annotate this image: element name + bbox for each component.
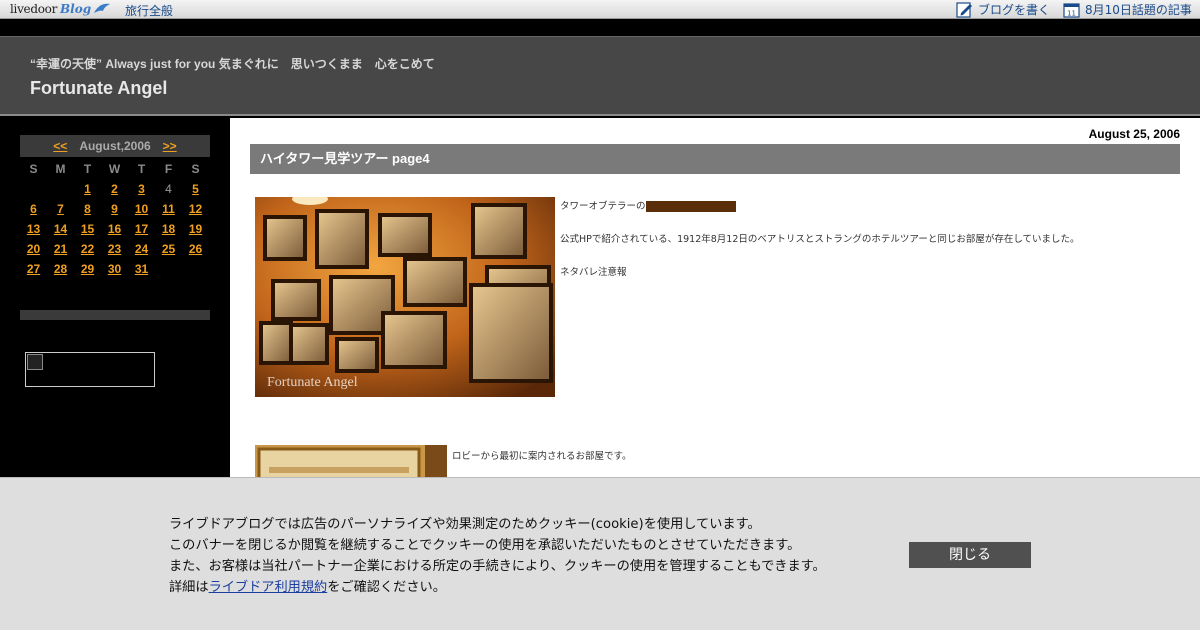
post-body-paragraph-1: タワーオブテラーの 公式HPで紹介されている、1912年8月12日のベアトリスと… — [560, 200, 1080, 299]
calendar-day-link[interactable]: 28 — [47, 259, 74, 279]
logo-blog-text: Blog — [60, 2, 92, 16]
calendar-day-link[interactable]: 21 — [47, 239, 74, 259]
sidebar-image-placeholder[interactable] — [25, 352, 155, 387]
calendar-grid: S M T W T F S 1 2 3 4 5 6 7 8 9 10 11 12 13 14 15 16 17 18 19 20 21… — [20, 159, 210, 279]
pencil-note-icon — [956, 2, 972, 18]
write-blog-link[interactable]: ブログを書く — [956, 1, 1050, 18]
cookie-line-2: このバナーを閉じるか閲覧を継続することでクッキーの使用を承認いただいたものとさせ… — [169, 538, 801, 553]
calendar-day-link[interactable]: 15 — [74, 219, 101, 239]
calendar-day: 4 — [165, 182, 172, 196]
blog-tagline: “幸運の天使” Always just for you 気まぐれに 思いつくまま… — [30, 57, 435, 71]
calendar-weekday: M — [55, 162, 66, 176]
calendar-month: August,2006 — [79, 139, 151, 153]
post-date: August 25, 2006 — [1088, 127, 1180, 141]
terms-link[interactable]: ライブドア利用規約 — [209, 580, 328, 595]
calendar-next-link[interactable]: >> — [163, 139, 177, 153]
calendar-day-link[interactable]: 10 — [128, 199, 155, 219]
broken-image-icon — [27, 354, 43, 370]
calendar-day-link[interactable]: 17 — [128, 219, 155, 239]
calendar-day-link[interactable]: 9 — [101, 199, 128, 219]
post-title[interactable]: ハイタワー見学ツアー page4 — [250, 144, 1180, 174]
post-line-4: ロビーから最初に案内されるお部屋です。 — [452, 451, 632, 462]
post-photo-frames-wall[interactable]: Fortunate Angel — [255, 197, 555, 397]
calendar-day-link[interactable]: 25 — [155, 239, 182, 259]
post-line-2: 公式HPで紹介されている、1912年8月12日のベアトリスとストラングのホテルツ… — [560, 234, 1080, 245]
calendar-day-link[interactable]: 12 — [182, 199, 209, 219]
category-link[interactable]: 旅行全般 — [125, 2, 173, 19]
calendar-prev-link[interactable]: << — [53, 139, 67, 153]
highlighted-link[interactable] — [645, 201, 736, 212]
photo-watermark: Fortunate Angel — [267, 375, 358, 390]
post-line-3: ネタバレ注意報 — [560, 267, 627, 278]
cookie-line-4-suffix: をご確認ください。 — [327, 580, 446, 595]
calendar-day-link[interactable]: 8 — [74, 199, 101, 219]
calendar-day-link[interactable]: 24 — [128, 239, 155, 259]
blog-header: “幸運の天使” Always just for you 気まぐれに 思いつくまま… — [0, 36, 1200, 116]
livedoor-blog-logo[interactable]: livedoor Blog — [10, 1, 111, 17]
header-top-strip — [0, 20, 1200, 36]
calendar-day-link[interactable]: 18 — [155, 219, 182, 239]
calendar-empty-cell — [47, 179, 74, 199]
calendar-day-link[interactable]: 1 — [74, 179, 101, 199]
calendar-day-link[interactable]: 3 — [128, 179, 155, 199]
calendar-weekday: S — [29, 162, 38, 176]
calendar-day-link[interactable]: 27 — [20, 259, 47, 279]
calendar-header: << August,2006 >> — [20, 135, 210, 157]
trending-articles-link[interactable]: 11 8月10日話題の記事 — [1063, 1, 1192, 18]
calendar-day-link[interactable]: 29 — [74, 259, 101, 279]
calendar-weekday: T — [83, 162, 92, 176]
calendar-day-link[interactable]: 13 — [20, 219, 47, 239]
calendar-empty-cell — [20, 179, 47, 199]
logo-livedoor-text: livedoor — [10, 2, 58, 16]
cookie-line-1: ライブドアブログでは広告のパーソナライズや効果測定のためクッキー(cookie)… — [169, 517, 761, 532]
trending-articles-label: 8月10日話題の記事 — [1085, 3, 1192, 17]
calendar-day-link[interactable]: 23 — [101, 239, 128, 259]
calendar-day-link[interactable]: 14 — [47, 219, 74, 239]
calendar-day-link[interactable]: 31 — [128, 259, 155, 279]
calendar-weekday: T — [137, 162, 146, 176]
write-blog-label: ブログを書く — [978, 3, 1051, 17]
calendar-day-link[interactable]: 2 — [101, 179, 128, 199]
calendar-day-link[interactable]: 22 — [74, 239, 101, 259]
cookie-banner: ライブドアブログでは広告のパーソナライズや効果測定のためクッキー(cookie)… — [0, 477, 1200, 630]
sidebar-divider — [20, 310, 210, 320]
calendar-day-link[interactable]: 19 — [182, 219, 209, 239]
calendar: << August,2006 >> S M T W T F S 1 2 3 4 5 6 7 8 9 10 11 12… — [20, 135, 210, 279]
calendar-icon: 11 — [1063, 3, 1080, 18]
cookie-line-3: また、お客様は当社パートナー企業における所定の手続きにより、クッキーの使用を管理… — [169, 559, 826, 574]
livedoor-top-bar: livedoor Blog 旅行全般 ブログを書く 11 8月10日話題の記事 — [0, 0, 1200, 19]
calendar-day-link[interactable]: 7 — [47, 199, 74, 219]
dolphin-icon — [94, 3, 111, 13]
blog-title[interactable]: Fortunate Angel — [30, 78, 167, 99]
cookie-message: ライブドアブログでは広告のパーソナライズや効果測定のためクッキー(cookie)… — [169, 514, 826, 598]
calendar-day-link[interactable]: 5 — [182, 179, 209, 199]
calendar-weekday: F — [164, 162, 173, 176]
calendar-day-link[interactable]: 16 — [101, 219, 128, 239]
cookie-line-4-prefix: 詳細は — [169, 580, 209, 595]
calendar-weekday: W — [108, 162, 121, 176]
calendar-day-link[interactable]: 11 — [155, 199, 182, 219]
calendar-day-link[interactable]: 30 — [101, 259, 128, 279]
cookie-close-button[interactable]: 閉じる — [909, 542, 1031, 568]
calendar-weekday: S — [191, 162, 200, 176]
post-line-1: タワーオブテラーの — [560, 201, 646, 212]
calendar-day-link[interactable]: 6 — [20, 199, 47, 219]
calendar-day-link[interactable]: 20 — [20, 239, 47, 259]
calendar-day-link[interactable]: 26 — [182, 239, 209, 259]
calendar-icon-day: 11 — [1067, 10, 1076, 18]
cookie-line-4: 詳細はライブドア利用規約をご確認ください。 — [169, 577, 826, 598]
